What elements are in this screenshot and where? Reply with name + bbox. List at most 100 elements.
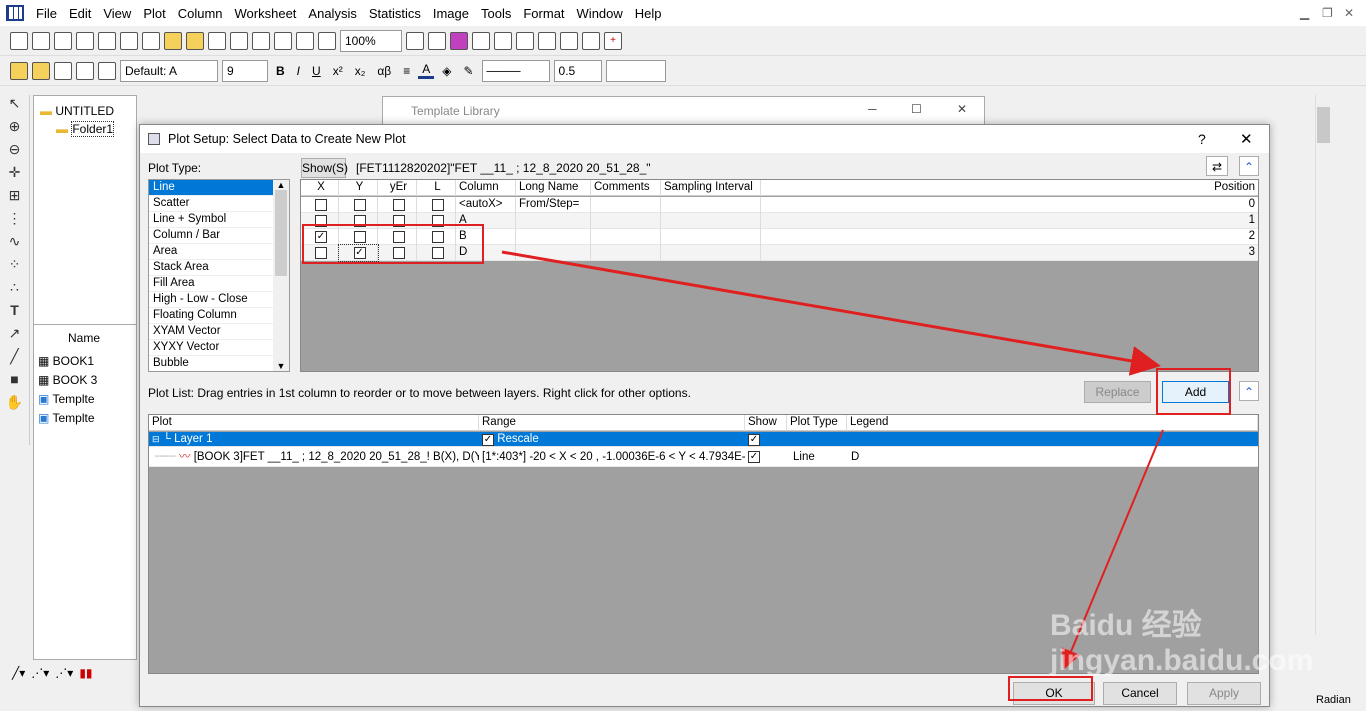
y-checkbox[interactable]	[353, 215, 366, 227]
print-icon[interactable]	[406, 31, 424, 50]
code-builder-icon[interactable]	[472, 31, 490, 50]
col-show[interactable]: Show	[745, 415, 787, 431]
recalculate-icon[interactable]	[318, 31, 336, 50]
rescale-checkbox[interactable]: ✓	[482, 434, 494, 446]
l-checkbox[interactable]	[431, 215, 444, 227]
zoom-in-icon[interactable]: ⊕	[0, 118, 29, 141]
group-icon[interactable]	[76, 61, 94, 80]
l-checkbox[interactable]	[431, 231, 444, 243]
new-matrix-icon[interactable]	[76, 31, 94, 50]
grid-row[interactable]: ✓ D 3	[301, 244, 1258, 262]
grid-col-position[interactable]: Position	[761, 180, 1258, 196]
project-explorer-icon[interactable]	[516, 31, 534, 50]
plot-type-item[interactable]: Column / Bar	[149, 228, 273, 244]
greek-button[interactable]: αβ	[373, 64, 395, 78]
plot-type-item[interactable]: Bubble	[149, 356, 273, 371]
vertical-scrollbar[interactable]	[1315, 95, 1331, 635]
close-icon[interactable]: ✕	[957, 102, 967, 116]
ungroup-icon[interactable]	[98, 61, 116, 80]
line-tool-icon[interactable]: ╱	[0, 348, 29, 371]
plot-type-item[interactable]: XYAM Vector	[149, 324, 273, 340]
ok-button[interactable]: OK	[1013, 682, 1095, 705]
fill-color-icon[interactable]: ◈	[438, 64, 455, 78]
x-checkbox[interactable]	[315, 199, 327, 211]
grid-col-yer[interactable]: yEr	[378, 180, 417, 196]
plot-type-item[interactable]: Floating Column	[149, 308, 273, 324]
grid-col-column[interactable]: Column	[456, 180, 516, 196]
font-size-select[interactable]: 9	[222, 59, 268, 82]
region-icon[interactable]: ∴	[0, 279, 29, 302]
collapse-bottom-icon[interactable]: ⌃	[1239, 381, 1259, 401]
pointer-icon[interactable]: ↖	[0, 95, 29, 118]
collapse-top-icon[interactable]: ⌃	[1239, 156, 1259, 176]
list-item[interactable]: ▣ Templte	[38, 409, 97, 428]
name-column-header[interactable]: Name	[34, 324, 136, 345]
mask-icon[interactable]: ⁘	[0, 256, 29, 279]
list-item[interactable]: ▦ BOOK 3	[38, 371, 97, 390]
plot-row[interactable]: ┄┄┄ 〰 [BOOK 3]FET __11_ ; 12_8_2020 20_5…	[149, 447, 1258, 467]
data-reader-icon[interactable]: ✛	[0, 164, 29, 187]
add-column-icon[interactable]: +	[604, 31, 622, 50]
menu-statistics[interactable]: Statistics	[363, 6, 427, 21]
grid-col-long-name[interactable]: Long Name	[516, 180, 591, 196]
yer-checkbox[interactable]	[392, 199, 405, 211]
grid-col-sampling-interval[interactable]: Sampling Interval	[661, 180, 761, 196]
line-width-select[interactable]: 0.5	[553, 59, 602, 82]
grid-col-l[interactable]: L	[417, 180, 456, 196]
plot-type-item[interactable]: XYXY Vector	[149, 340, 273, 356]
slideshow-icon[interactable]	[428, 31, 446, 50]
new-layout-icon[interactable]	[120, 31, 138, 50]
font-select[interactable]: Default: A	[120, 59, 218, 82]
plot-type-item[interactable]: Fill Area	[149, 276, 273, 292]
draw-data-icon[interactable]: ∿	[0, 233, 29, 256]
text-tool-icon[interactable]: T	[0, 302, 29, 325]
menu-format[interactable]: Format	[517, 6, 570, 21]
line-color-icon[interactable]: ✎	[459, 64, 477, 78]
color-icon[interactable]	[450, 31, 468, 50]
plot-type-scrollbar[interactable]: ▲ ▼	[273, 180, 289, 371]
font-color-icon[interactable]: A	[418, 62, 435, 79]
open-icon[interactable]	[164, 31, 182, 50]
grid-row[interactable]: <autoX> From/Step= 0	[301, 197, 1258, 213]
col-plot-type[interactable]: Plot Type	[787, 415, 847, 431]
replace-button[interactable]: Replace	[1084, 381, 1151, 403]
layer-row[interactable]: ⊟ └ Layer 1 ✓ Rescale ✓	[149, 432, 1258, 447]
plot-type-list[interactable]: Line Scatter Line + Symbol Column / Bar Area…	[148, 179, 290, 372]
grid-row[interactable]: ✓ B 2	[301, 229, 1258, 245]
plot-type-item[interactable]: Line	[149, 180, 273, 196]
cancel-button[interactable]: Cancel	[1103, 682, 1177, 705]
column-plot-icon[interactable]: ▮▮	[79, 666, 92, 680]
menu-help[interactable]: Help	[629, 6, 668, 21]
new-project-icon[interactable]	[10, 31, 28, 50]
restore-icon[interactable]: ❐	[1322, 6, 1336, 20]
show-button[interactable]: Show(S)	[301, 158, 348, 178]
duplicate-icon[interactable]	[296, 31, 314, 50]
results-log-icon[interactable]	[494, 31, 512, 50]
hand-icon[interactable]: ✋	[0, 394, 29, 417]
menu-image[interactable]: Image	[427, 6, 475, 21]
line-style-select[interactable]: ────	[481, 59, 550, 82]
plot-type-item[interactable]: High - Low - Close	[149, 292, 273, 308]
list-item[interactable]: ▣ Templte	[38, 390, 97, 409]
new-function-icon[interactable]	[98, 31, 116, 50]
new-graph-icon[interactable]	[54, 31, 72, 50]
zoom-select[interactable]: 100%	[340, 29, 402, 52]
open-template-icon[interactable]	[186, 31, 204, 50]
menu-tools[interactable]: Tools	[475, 6, 517, 21]
l-checkbox[interactable]	[431, 199, 444, 211]
l-checkbox[interactable]	[431, 247, 444, 259]
yer-checkbox[interactable]	[392, 215, 405, 227]
collapse-icon[interactable]: ⊟	[152, 434, 160, 444]
import-multiple-icon[interactable]	[274, 31, 292, 50]
underline-button[interactable]: U	[308, 64, 325, 78]
grid-row[interactable]: A1	[301, 213, 1258, 229]
italic-button[interactable]: I	[293, 64, 304, 78]
layer-icon[interactable]	[54, 61, 72, 80]
save-project-icon[interactable]	[208, 31, 226, 50]
new-workbook-icon[interactable]	[32, 31, 50, 50]
import-icon[interactable]	[252, 31, 270, 50]
minimize-icon[interactable]: ▁	[1300, 6, 1314, 20]
apply-button[interactable]: Apply	[1187, 682, 1261, 705]
swap-icon[interactable]: ⇄	[1206, 156, 1228, 176]
rectangle-tool-icon[interactable]: ■	[0, 371, 29, 394]
